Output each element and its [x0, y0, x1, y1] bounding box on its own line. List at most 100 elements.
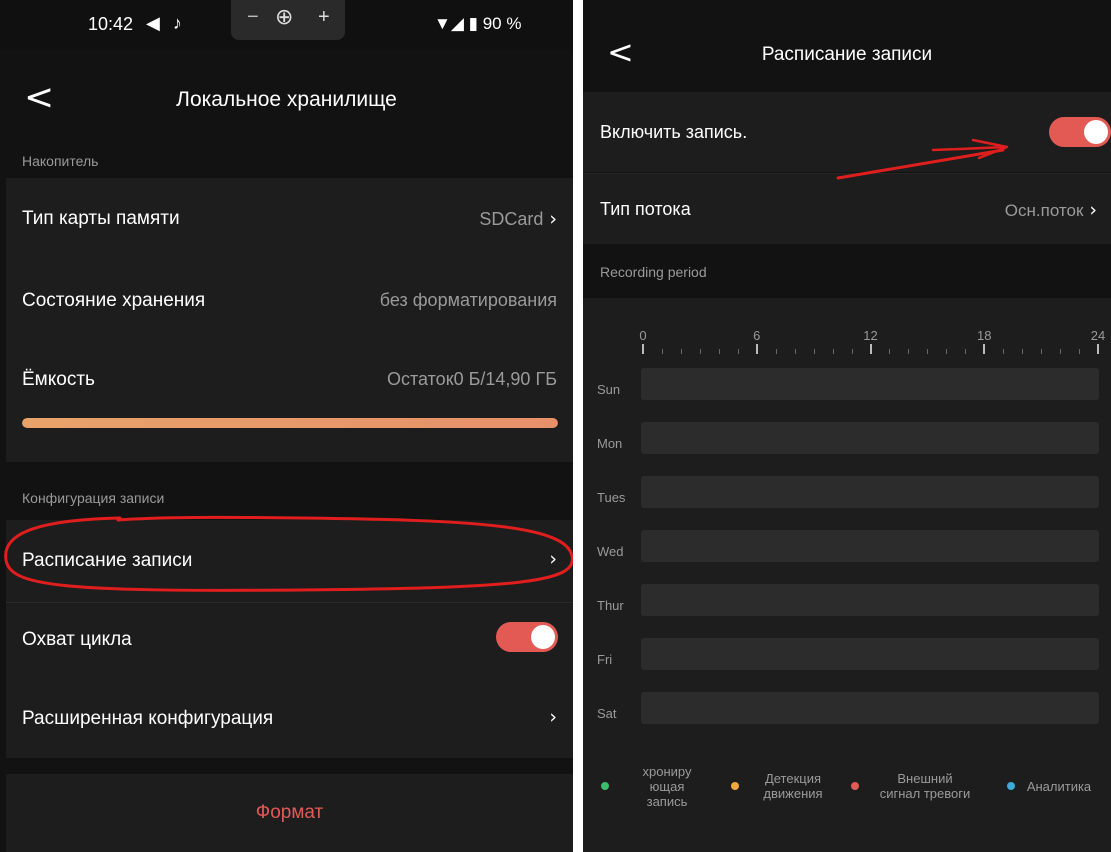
record-schedule-label: Расписание записи	[22, 550, 193, 571]
minor-tick	[794, 349, 796, 354]
section-storage-label: Накопитель	[22, 153, 99, 169]
chevron-right-icon: ›	[549, 208, 557, 230]
legend-label: Внешний сигнал тревоги	[879, 771, 971, 801]
hour-tick	[642, 344, 644, 354]
minor-tick	[775, 349, 777, 354]
memory-card-type-value: SDCard	[479, 209, 544, 229]
minor-tick	[718, 349, 720, 354]
loop-recording-row: Охват цикла	[6, 603, 573, 675]
chevron-right-icon: ›	[549, 706, 557, 728]
minor-tick	[1003, 349, 1005, 354]
minor-tick	[889, 349, 891, 354]
minor-tick	[1079, 349, 1081, 354]
hour-tick-label: 24	[1090, 328, 1106, 343]
day-schedule-bar[interactable]	[641, 422, 1099, 454]
day-schedule-bar[interactable]	[641, 368, 1099, 400]
capacity-row: Ёмкость Остаток0 Б/14,90 ГБ	[6, 342, 573, 462]
hour-tick	[983, 344, 986, 354]
chevron-right-icon: ›	[1089, 199, 1097, 221]
hour-tick	[1097, 344, 1099, 354]
enable-recording-label: Включить запись.	[600, 122, 748, 142]
schedule-timeline[interactable]: 0 6 12 18 24 Sun Mon Tues Wed Thur Fri Sat хрониру…	[583, 298, 1111, 852]
enable-recording-row: Включить запись.	[583, 92, 1111, 172]
chevron-right-icon: ›	[549, 548, 557, 570]
hour-tick-label: 6	[753, 328, 761, 343]
loop-recording-label: Охват цикла	[22, 629, 132, 650]
hour-tick-label: 0	[639, 328, 647, 343]
minor-tick	[832, 349, 834, 354]
minor-tick	[1022, 349, 1024, 354]
enable-recording-toggle[interactable]	[1049, 117, 1111, 147]
memory-card-type-label: Тип карты памяти	[22, 208, 180, 229]
capacity-value: Остаток0 Б/14,90 ГБ	[386, 369, 557, 389]
day-schedule-bar[interactable]	[641, 638, 1099, 670]
capacity-label: Ёмкость	[22, 369, 95, 390]
minor-tick	[908, 349, 910, 354]
capacity-progress-fill	[22, 418, 558, 428]
minor-tick	[680, 349, 682, 354]
minor-tick	[661, 349, 663, 354]
day-label: Wed	[597, 544, 624, 559]
advanced-config-row[interactable]: Расширенная конфигурация ›	[6, 676, 573, 758]
status-bar: 10:42 ◀ ♪ − ⊕ + ▼◢ ▮ 90 %	[0, 0, 573, 50]
storage-state-value: без форматирования	[379, 290, 557, 310]
hour-tick	[755, 344, 758, 354]
legend-label: Аналитика	[1026, 778, 1092, 794]
storage-state-label: Состояние хранения	[22, 290, 206, 311]
status-time: 10:42	[88, 14, 134, 34]
stream-type-value: Осн.поток	[1004, 201, 1084, 220]
hour-tick-label: 12	[863, 328, 878, 343]
hour-tick-label: 18	[977, 328, 992, 343]
legend-dot	[1007, 782, 1015, 790]
stream-type-label: Тип потока	[600, 199, 691, 219]
storage-state-row: Состояние хранения без форматирования	[6, 260, 573, 342]
record-schedule-screen: < Расписание записи Включить запись. Тип…	[583, 0, 1111, 852]
day-label: Sun	[597, 382, 621, 397]
legend-dot	[731, 782, 739, 790]
day-schedule-bar[interactable]	[641, 692, 1099, 724]
legend-label: Детекция движения	[763, 771, 823, 801]
section-header-storage: Накопитель	[0, 145, 573, 177]
section-header-record-config: Конфигурация записи	[0, 462, 573, 520]
notification-icons: ◀ ♪	[146, 13, 186, 33]
minor-tick	[1060, 349, 1062, 354]
minor-tick	[965, 349, 967, 354]
zoom-out-icon[interactable]: −	[247, 6, 259, 29]
format-button[interactable]: Формат	[6, 774, 573, 852]
legend-label: хрониру ющая запись	[642, 763, 692, 809]
record-schedule-row[interactable]: Расписание записи ›	[6, 520, 573, 602]
day-label: Fri	[597, 652, 613, 667]
stream-type-row[interactable]: Тип потока Осн.поток ›	[583, 173, 1111, 244]
day-schedule-bar[interactable]	[641, 476, 1099, 508]
advanced-config-label: Расширенная конфигурация	[22, 708, 274, 729]
battery-signal-status: ▼◢ ▮ 90 %	[434, 14, 522, 33]
page-title: Локальное хранилище	[176, 88, 397, 111]
minor-tick	[813, 349, 815, 354]
loop-recording-toggle[interactable]	[496, 622, 558, 652]
minor-tick	[699, 349, 701, 354]
magnifier-icon[interactable]: ⊕	[275, 4, 293, 30]
toggle-knob	[531, 625, 555, 649]
memory-card-type-row[interactable]: Тип карты памяти SDCard ›	[6, 178, 573, 260]
toggle-knob	[1084, 120, 1108, 144]
day-label: Sat	[597, 706, 617, 721]
section-record-config-label: Конфигурация записи	[22, 490, 165, 506]
day-label: Mon	[597, 436, 623, 451]
minor-tick	[1041, 349, 1043, 354]
legend-dot	[601, 782, 609, 790]
capacity-progress-bar	[22, 418, 558, 428]
day-label: Tues	[597, 490, 626, 505]
minor-tick	[946, 349, 948, 354]
local-storage-screen: 10:42 ◀ ♪ − ⊕ + ▼◢ ▮ 90 % < Локальное хр…	[0, 0, 573, 852]
minor-tick	[737, 349, 739, 354]
day-label: Thur	[597, 598, 624, 613]
hour-tick	[869, 344, 872, 354]
legend-dot	[851, 782, 859, 790]
page-title: Расписание записи	[761, 44, 933, 65]
day-schedule-bar[interactable]	[641, 530, 1099, 562]
zoom-in-icon[interactable]: +	[318, 6, 330, 29]
minor-tick	[851, 349, 853, 354]
day-schedule-bar[interactable]	[641, 584, 1099, 616]
recording-period-label: Recording period	[600, 264, 707, 280]
minor-tick	[927, 349, 929, 354]
